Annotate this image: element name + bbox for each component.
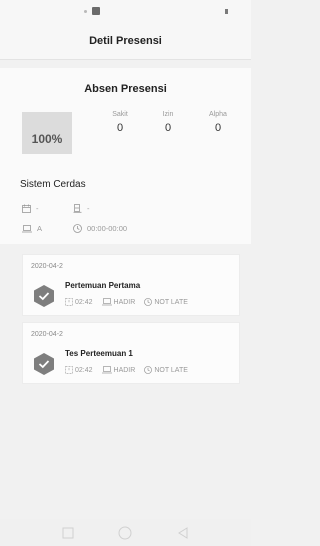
course-room: - [73,204,90,213]
stat-value: 0 [116,122,124,134]
laptop-icon [101,366,112,374]
stat-label: Izin [162,111,174,118]
laptop-icon [101,298,112,306]
home-icon[interactable] [118,526,132,540]
presence-summary: Absen Presensi 100% Sakit 0 Izin 0 Alpha… [0,68,251,244]
meeting-late-value: NOT LATE [154,366,188,374]
system-nav-bar [0,519,251,546]
meeting-duration: 02:42 [65,366,93,374]
stat-value: 0 [164,122,172,134]
calendar-icon [22,204,31,213]
course-time: 00:00-00:00 [73,224,127,233]
stat-izin: Izin 0 [148,111,188,134]
meeting-duration-value: 02:42 [75,298,93,306]
clock-icon [73,224,82,233]
duration-icon [65,298,73,306]
app-header: Detil Presensi [0,22,251,60]
stat-alpha: Alpha 0 [198,111,238,134]
meeting-title: Tes Perteemuan 1 [65,349,133,358]
course-time-value: 00:00-00:00 [87,224,128,233]
meeting-status: HADIR [101,366,136,374]
course-date: - [22,204,39,213]
duration-icon [65,366,73,374]
meeting-card[interactable]: 2020-04-2 Pertemuan Pertama 02:42 HADIR … [22,254,240,316]
meeting-status-value: HADIR [113,366,136,374]
stat-sakit: Sakit 0 [100,111,140,134]
stat-label: Sakit [112,111,128,118]
meeting-date: 2020-04-2 [31,331,63,338]
course-room-value: - [87,204,90,213]
course-title: Sistem Cerdas [20,179,86,190]
meeting-late: NOT LATE [144,366,188,374]
page-title: Detil Presensi [89,34,162,47]
status-dot [84,10,87,13]
room-icon [73,204,82,213]
meeting-date: 2020-04-2 [31,263,63,270]
meeting-duration: 02:42 [65,298,93,306]
meeting-meta: 02:42 HADIR NOT LATE [65,298,197,306]
clock-icon [144,366,153,374]
check-hexagon-icon [34,353,54,375]
back-icon[interactable] [177,526,189,539]
course-class: A [22,224,42,233]
clock-icon [144,298,153,306]
meeting-status: HADIR [101,298,136,306]
meeting-late: NOT LATE [144,298,188,306]
signal-icon [92,7,100,15]
summary-title: Absen Presensi [84,83,167,95]
laptop-icon [22,224,32,232]
meeting-card[interactable]: 2020-04-2 Tes Perteemuan 1 02:42 HADIR N… [22,322,240,384]
meeting-late-value: NOT LATE [154,298,188,306]
attendance-percent: 100% [22,112,72,154]
meeting-meta: 02:42 HADIR NOT LATE [65,366,197,374]
recent-apps-icon[interactable] [62,527,74,539]
stat-value: 0 [214,122,222,134]
course-date-value: - [36,204,39,213]
status-bar [0,0,251,22]
battery-icon [225,9,228,14]
meeting-title: Pertemuan Pertama [65,281,141,290]
check-hexagon-icon [34,285,54,307]
meeting-status-value: HADIR [113,298,136,306]
stat-label: Alpha [209,111,227,118]
meeting-duration-value: 02:42 [75,366,93,374]
course-class-value: A [37,224,43,233]
